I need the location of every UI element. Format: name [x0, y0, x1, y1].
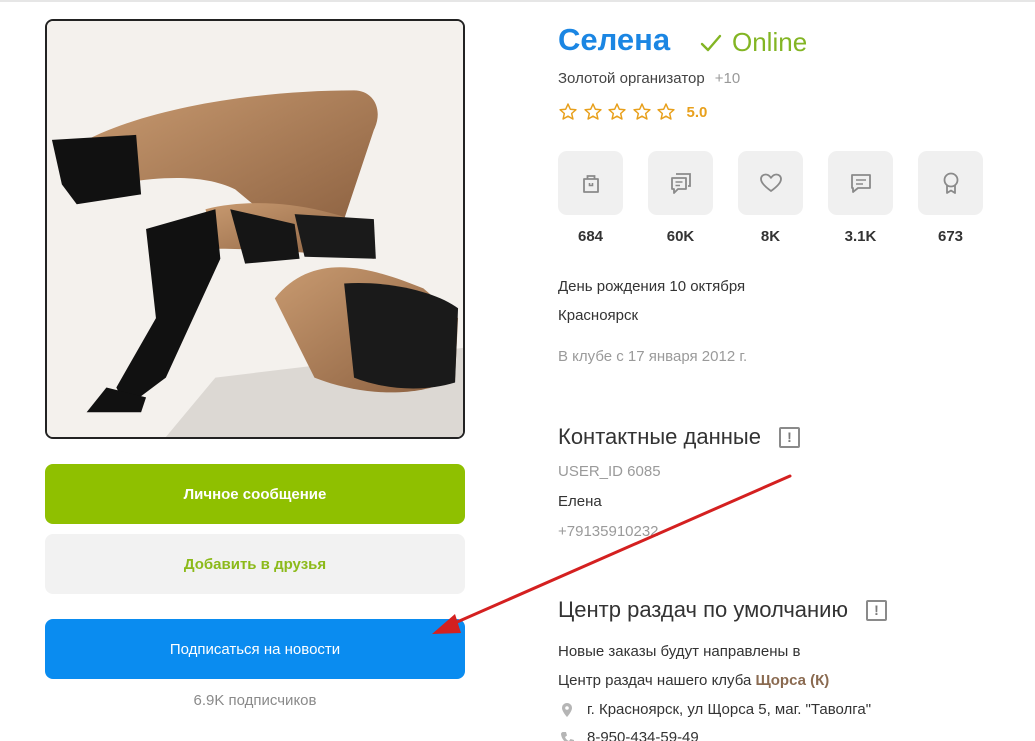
pickup-line-2: Центр раздач нашего клуба Щорса (К): [558, 672, 829, 689]
location-pin-icon: [562, 702, 572, 717]
pickup-line-1: Новые заказы будут направлены в: [558, 643, 801, 660]
report-icon[interactable]: !: [865, 599, 887, 621]
pickup-phone-text[interactable]: 8-950-434-59-49: [587, 729, 699, 741]
member-since-text: В клубе с 17 января 2012 г.: [558, 348, 748, 365]
stat-awards-box[interactable]: [918, 151, 983, 215]
subscribers-count: 6.9K подписчиков: [193, 692, 317, 709]
profile-photo[interactable]: [45, 19, 465, 439]
profile-photo-image: [47, 21, 463, 437]
profile-name: Селена: [558, 22, 671, 57]
online-status: Online: [700, 27, 807, 58]
phone-icon: [561, 731, 574, 741]
report-icon[interactable]: !: [778, 426, 800, 448]
add-friend-button[interactable]: Добавить в друзья: [45, 534, 465, 594]
bag-icon: [582, 175, 599, 193]
rating: 5.0: [558, 102, 707, 122]
rating-value: 5.0: [686, 103, 708, 121]
send-message-button[interactable]: Личное сообщение: [45, 464, 465, 524]
stat-value: 684: [577, 228, 604, 245]
contacts-title-label: Контактные данные: [558, 424, 761, 449]
star-icon: [657, 103, 675, 120]
star-icon: [559, 103, 577, 120]
stat-purchases-box[interactable]: [558, 151, 623, 215]
role-plus-badge[interactable]: +10: [715, 70, 740, 87]
pickup-title-label: Центр раздач по умолчанию: [558, 597, 848, 622]
stat-value: 673: [937, 228, 964, 245]
stat-likes[interactable]: 8K: [738, 151, 803, 245]
pickup-point-link[interactable]: Щорса (К): [755, 672, 829, 689]
award-icon: [943, 172, 958, 194]
contact-name: Елена: [558, 493, 602, 510]
role-label: Золотой организатор: [558, 70, 705, 87]
stat-comments-box[interactable]: [648, 151, 713, 215]
stats-row: 684 60K 8K 3.1K 673: [558, 151, 983, 245]
top-divider: [0, 0, 1035, 2]
stat-messages[interactable]: 3.1K: [828, 151, 893, 245]
stat-messages-box[interactable]: [828, 151, 893, 215]
pickup-address: г. Красноярск, ул Щорса 5, маг. "Таволга…: [558, 701, 871, 718]
contacts-title: Контактные данные !: [558, 424, 800, 450]
stat-awards[interactable]: 673: [918, 151, 983, 245]
contact-user-id: USER_ID 6085: [558, 463, 661, 480]
check-icon: [700, 34, 722, 51]
user-role: Золотой организатор +10: [558, 70, 740, 87]
stat-likes-box[interactable]: [738, 151, 803, 215]
star-icon: [632, 103, 651, 120]
status-label: Online: [732, 27, 808, 57]
contact-phone[interactable]: +79135910232: [558, 523, 659, 540]
heart-icon: [759, 173, 782, 192]
star-icon: [608, 103, 626, 120]
pickup-phone: 8-950-434-59-49: [558, 729, 699, 741]
stat-comments[interactable]: 60K: [648, 151, 713, 245]
subscribe-button[interactable]: Подписаться на новости: [45, 619, 465, 679]
stat-value: 8K: [760, 228, 781, 245]
pickup-address-text: г. Красноярск, ул Щорса 5, маг. "Таволга…: [587, 701, 872, 718]
comments-icon: [670, 173, 691, 194]
stat-value: 3.1K: [844, 228, 877, 245]
city-text: Красноярск: [558, 307, 639, 324]
stat-purchases[interactable]: 684: [558, 151, 623, 245]
star-icon: [583, 103, 602, 120]
stat-value: 60K: [666, 228, 695, 245]
message-icon: [850, 174, 871, 193]
pickup-line-2-prefix: Центр раздач нашего клуба: [558, 672, 756, 689]
pickup-title: Центр раздач по умолчанию !: [558, 597, 887, 623]
birthday-text: День рождения 10 октября: [558, 278, 746, 295]
